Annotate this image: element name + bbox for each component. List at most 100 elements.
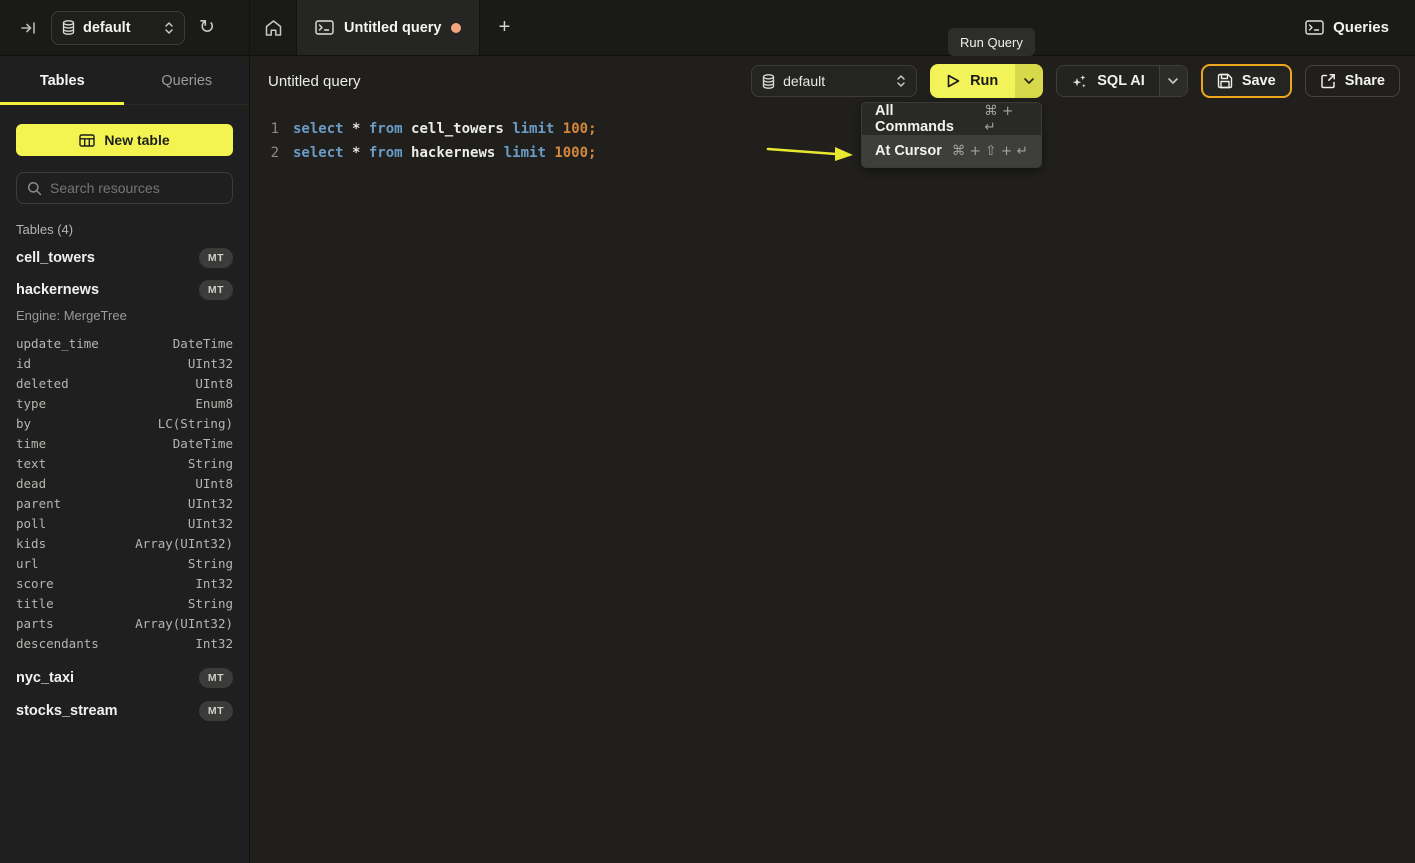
column-row: time DateTime bbox=[16, 433, 233, 453]
menu-item-shortcut: ⌘ + ↵ bbox=[984, 103, 1028, 135]
menu-item-shortcut: ⌘ + ⇧ + ↵ bbox=[952, 143, 1028, 159]
sql-editor[interactable]: 1select * from cell_towers limit 100;2 se… bbox=[251, 105, 1415, 863]
sql-ai-label: SQL AI bbox=[1097, 73, 1145, 89]
column-type: Int32 bbox=[195, 576, 233, 591]
column-type: String bbox=[188, 456, 233, 471]
tab-label: Untitled query bbox=[344, 20, 441, 36]
code-line: 1select * from cell_towers limit 100; bbox=[251, 117, 1415, 141]
column-name: descendants bbox=[16, 636, 99, 651]
sql-console-app: { "colors": { "accent_yellow": "#F2F255"… bbox=[0, 0, 1415, 863]
column-name: id bbox=[16, 356, 31, 371]
engine-badge: MT bbox=[199, 280, 233, 300]
engine-badge: MT bbox=[199, 248, 233, 268]
column-row: byLC(String) bbox=[16, 413, 233, 433]
column-type: String bbox=[188, 556, 233, 571]
column-row: scoreInt32 bbox=[16, 573, 233, 593]
queries-top-button[interactable]: Queries bbox=[1305, 0, 1415, 55]
collapse-sidebar-icon bbox=[20, 20, 37, 36]
search-input[interactable] bbox=[50, 180, 231, 196]
column-type: String bbox=[188, 596, 233, 611]
home-icon bbox=[264, 19, 283, 37]
column-row: poll UInt32 bbox=[16, 513, 233, 533]
column-name: deleted bbox=[16, 376, 69, 391]
external-link-icon bbox=[1320, 73, 1336, 89]
sidebar: Tables Queries New table T bbox=[0, 57, 250, 863]
run-label: Run bbox=[970, 73, 998, 89]
column-type: DateTime bbox=[173, 436, 233, 451]
column-name: by bbox=[16, 416, 31, 431]
refresh-icon: ↻ bbox=[199, 18, 215, 37]
column-type: UInt32 bbox=[188, 516, 233, 531]
run-options-button[interactable] bbox=[1015, 64, 1043, 98]
save-button[interactable]: Save bbox=[1201, 64, 1292, 98]
queries-top-label: Queries bbox=[1333, 19, 1389, 36]
table-row-nyc-taxi[interactable]: nyc_taxi MT bbox=[16, 663, 233, 693]
code-text: select * from cell_towers limit 100; bbox=[293, 117, 597, 141]
column-row: url String bbox=[16, 553, 233, 573]
menu-item-at-cursor[interactable]: At Cursor ⌘ + ⇧ + ↵ bbox=[862, 135, 1041, 167]
column-name: parts bbox=[16, 616, 54, 631]
table-row-stocks-stream[interactable]: stocks_stream MT bbox=[16, 696, 233, 726]
table-name: nyc_taxi bbox=[16, 670, 74, 686]
new-tab-button[interactable]: + bbox=[480, 0, 528, 55]
share-button[interactable]: Share bbox=[1305, 65, 1400, 97]
run-query-tooltip: Run Query bbox=[948, 28, 1035, 56]
line-number: 2 bbox=[251, 141, 279, 165]
table-row-hackernews[interactable]: hackernews MT bbox=[16, 275, 233, 305]
column-type: Int32 bbox=[195, 636, 233, 651]
query-header: Untitled query default bbox=[251, 57, 1415, 105]
column-name: kids bbox=[16, 536, 46, 551]
menu-item-label: At Cursor bbox=[875, 143, 942, 159]
column-name: time bbox=[16, 436, 46, 451]
sidebar-tab-queries[interactable]: Queries bbox=[125, 57, 250, 104]
topbar-database-selector[interactable]: default bbox=[51, 11, 185, 45]
column-row: deleted UInt8 bbox=[16, 373, 233, 393]
query-toolbar: default Run bbox=[751, 64, 1400, 98]
column-row: parts Array(UInt32) bbox=[16, 613, 233, 633]
search-icon bbox=[27, 181, 42, 196]
home-button[interactable] bbox=[250, 0, 296, 55]
active-tab-underline bbox=[0, 102, 124, 105]
tables-section-header: Tables (4) bbox=[16, 222, 233, 236]
tab-untitled-query[interactable]: Untitled query bbox=[296, 0, 480, 55]
code-text: select * from hackernews limit 1000; bbox=[293, 141, 596, 165]
sql-ai-split-button: SQL AI bbox=[1056, 65, 1188, 97]
menu-item-all-commands[interactable]: All Commands ⌘ + ↵ bbox=[862, 103, 1041, 135]
column-row: descendants Int32 bbox=[16, 633, 233, 653]
database-icon bbox=[762, 74, 775, 89]
column-row: deadUInt8 bbox=[16, 473, 233, 493]
refresh-button[interactable]: ↻ bbox=[199, 18, 215, 37]
column-type: UInt8 bbox=[195, 376, 233, 391]
column-name: url bbox=[16, 556, 39, 571]
engine-badge: MT bbox=[199, 668, 233, 688]
engine-badge: MT bbox=[199, 701, 233, 721]
table-name: cell_towers bbox=[16, 250, 95, 266]
toolbar-database-selector[interactable]: default bbox=[751, 65, 917, 97]
column-row: kids Array(UInt32) bbox=[16, 533, 233, 553]
toolbar-database-value: default bbox=[783, 73, 825, 89]
tab-strip: Untitled query + bbox=[250, 0, 1305, 55]
new-table-button[interactable]: New table bbox=[16, 124, 233, 156]
chevron-down-icon bbox=[1024, 78, 1034, 84]
updown-chevron-icon bbox=[164, 21, 174, 35]
table-name: stocks_stream bbox=[16, 703, 118, 719]
sql-ai-options-button[interactable] bbox=[1159, 66, 1187, 96]
column-type: Array(UInt32) bbox=[135, 616, 233, 631]
run-button[interactable]: Run bbox=[930, 64, 1015, 98]
sidebar-tab-tables[interactable]: Tables bbox=[0, 57, 125, 104]
search-box bbox=[16, 172, 233, 204]
topbar: default ↻ bbox=[0, 0, 1415, 56]
hackernews-columns-list: update_timeDateTimeidUInt32deletedUInt8t… bbox=[16, 333, 233, 653]
column-type: UInt8 bbox=[195, 476, 233, 491]
column-type: Array(UInt32) bbox=[135, 536, 233, 551]
code-line: 2 select * from hackernews limit 1000; bbox=[251, 141, 1415, 165]
console-icon bbox=[315, 20, 334, 35]
sql-ai-button[interactable]: SQL AI bbox=[1057, 66, 1159, 96]
share-label: Share bbox=[1345, 73, 1385, 89]
column-name: poll bbox=[16, 516, 46, 531]
save-floppy-icon bbox=[1217, 73, 1233, 89]
sidebar-tabs: Tables Queries bbox=[0, 57, 249, 105]
engine-label: Engine: MergeTree bbox=[16, 305, 233, 325]
collapse-sidebar-button[interactable] bbox=[20, 20, 37, 36]
table-row-cell-towers[interactable]: cell_towers MT bbox=[16, 243, 233, 273]
